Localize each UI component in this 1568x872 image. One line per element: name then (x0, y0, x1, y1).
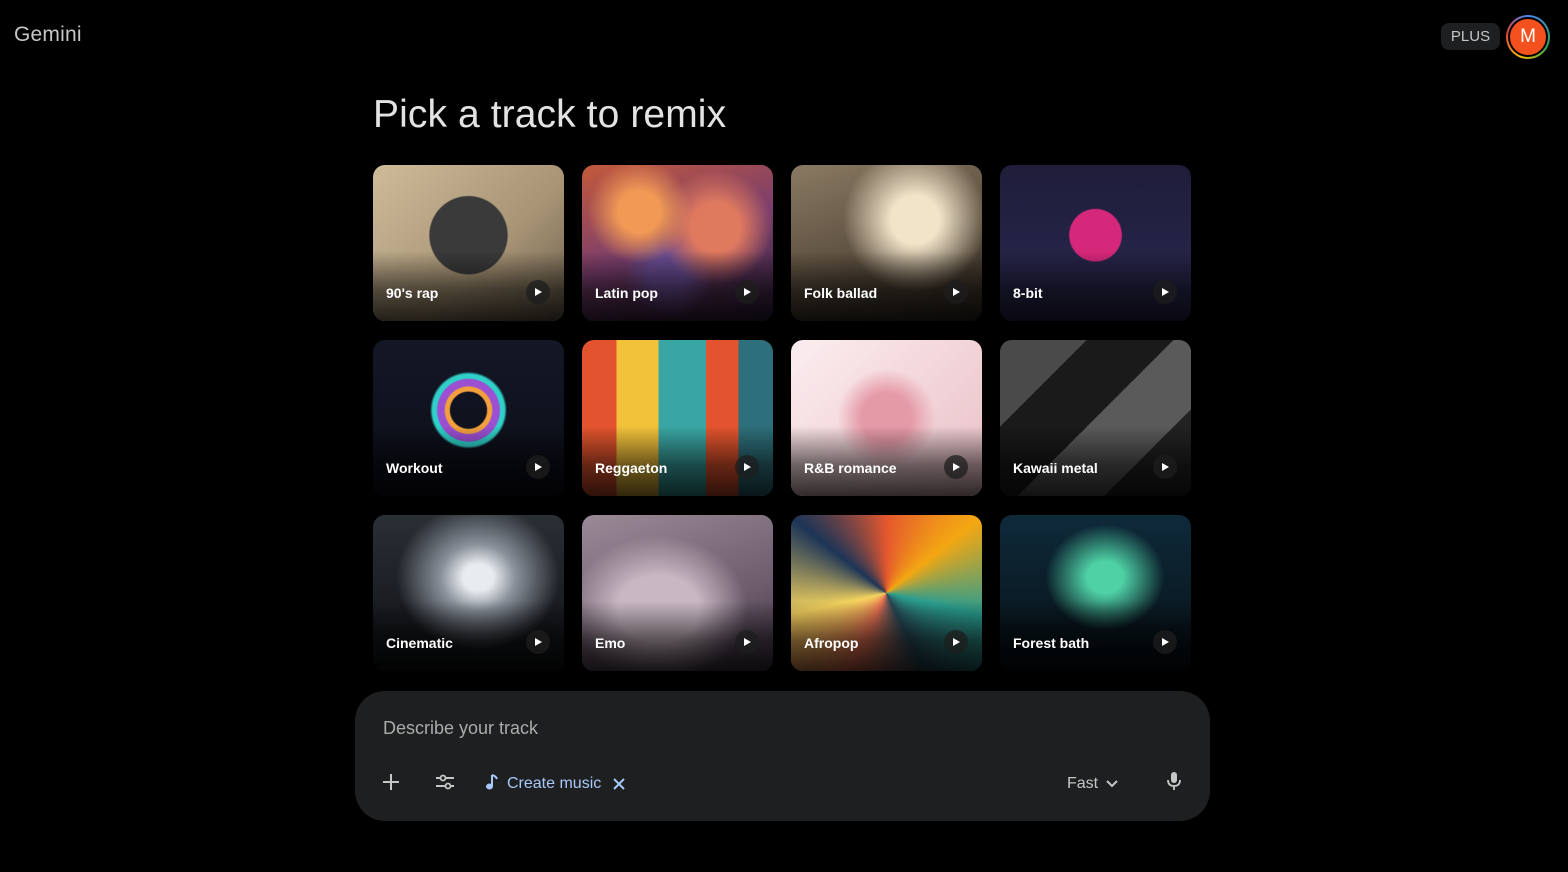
track-card-latin-pop[interactable]: Latin pop (582, 165, 773, 321)
play-icon[interactable] (735, 280, 759, 304)
add-button[interactable] (375, 768, 407, 800)
track-label: Afropop (804, 635, 859, 651)
mic-icon (1166, 771, 1182, 796)
prompt-composer: Create music Fast (355, 691, 1210, 821)
track-card-forest-bath[interactable]: Forest bath (1000, 515, 1191, 671)
track-label: Emo (595, 635, 626, 651)
page-title: Pick a track to remix (373, 93, 727, 136)
track-card-emo[interactable]: Emo (582, 515, 773, 671)
chip-label: Create music (507, 775, 602, 792)
track-label: 8-bit (1013, 285, 1043, 301)
close-icon[interactable] (613, 778, 625, 790)
mode-label: Fast (1067, 775, 1099, 792)
music-note-icon (485, 773, 499, 796)
play-icon[interactable] (944, 455, 968, 479)
track-label: Forest bath (1013, 635, 1090, 651)
track-card-rnb-romance[interactable]: R&B romance (791, 340, 982, 496)
track-card-90s-rap[interactable]: 90's rap (373, 165, 564, 321)
track-grid: 90's rap Latin pop Folk ballad 8-bit Wor… (373, 165, 1192, 671)
play-icon[interactable] (526, 455, 550, 479)
track-card-kawaii-metal[interactable]: Kawaii metal (1000, 340, 1191, 496)
play-icon[interactable] (526, 280, 550, 304)
track-label: 90's rap (386, 285, 439, 301)
track-card-cinematic[interactable]: Cinematic (373, 515, 564, 671)
track-label: R&B romance (804, 460, 897, 476)
tune-icon (434, 772, 456, 797)
plus-icon (381, 772, 401, 797)
play-icon[interactable] (526, 630, 550, 654)
prompt-input[interactable] (381, 713, 985, 743)
play-icon[interactable] (735, 630, 759, 654)
play-icon[interactable] (735, 455, 759, 479)
create-music-chip[interactable]: Create music (485, 769, 625, 799)
track-card-folk-ballad[interactable]: Folk ballad (791, 165, 982, 321)
play-icon[interactable] (944, 280, 968, 304)
chevron-down-icon (1106, 775, 1118, 793)
play-icon[interactable] (1153, 280, 1177, 304)
avatar: M (1508, 17, 1548, 57)
play-icon[interactable] (1153, 455, 1177, 479)
track-card-reggaeton[interactable]: Reggaeton (582, 340, 773, 496)
account-button[interactable]: M (1506, 15, 1550, 59)
track-card-8-bit[interactable]: 8-bit (1000, 165, 1191, 321)
play-icon[interactable] (1153, 630, 1177, 654)
play-icon[interactable] (944, 630, 968, 654)
app-logo[interactable]: Gemini (14, 23, 82, 47)
mode-selector[interactable]: Fast (1067, 769, 1118, 799)
track-label: Workout (386, 460, 443, 476)
track-label: Cinematic (386, 635, 453, 651)
track-label: Latin pop (595, 285, 658, 301)
track-card-workout[interactable]: Workout (373, 340, 564, 496)
track-card-afropop[interactable]: Afropop (791, 515, 982, 671)
voice-input-button[interactable] (1158, 767, 1190, 799)
tools-button[interactable] (429, 768, 461, 800)
track-label: Folk ballad (804, 285, 878, 301)
track-label: Kawaii metal (1013, 460, 1098, 476)
track-label: Reggaeton (595, 460, 668, 476)
plan-badge[interactable]: PLUS (1441, 23, 1500, 50)
